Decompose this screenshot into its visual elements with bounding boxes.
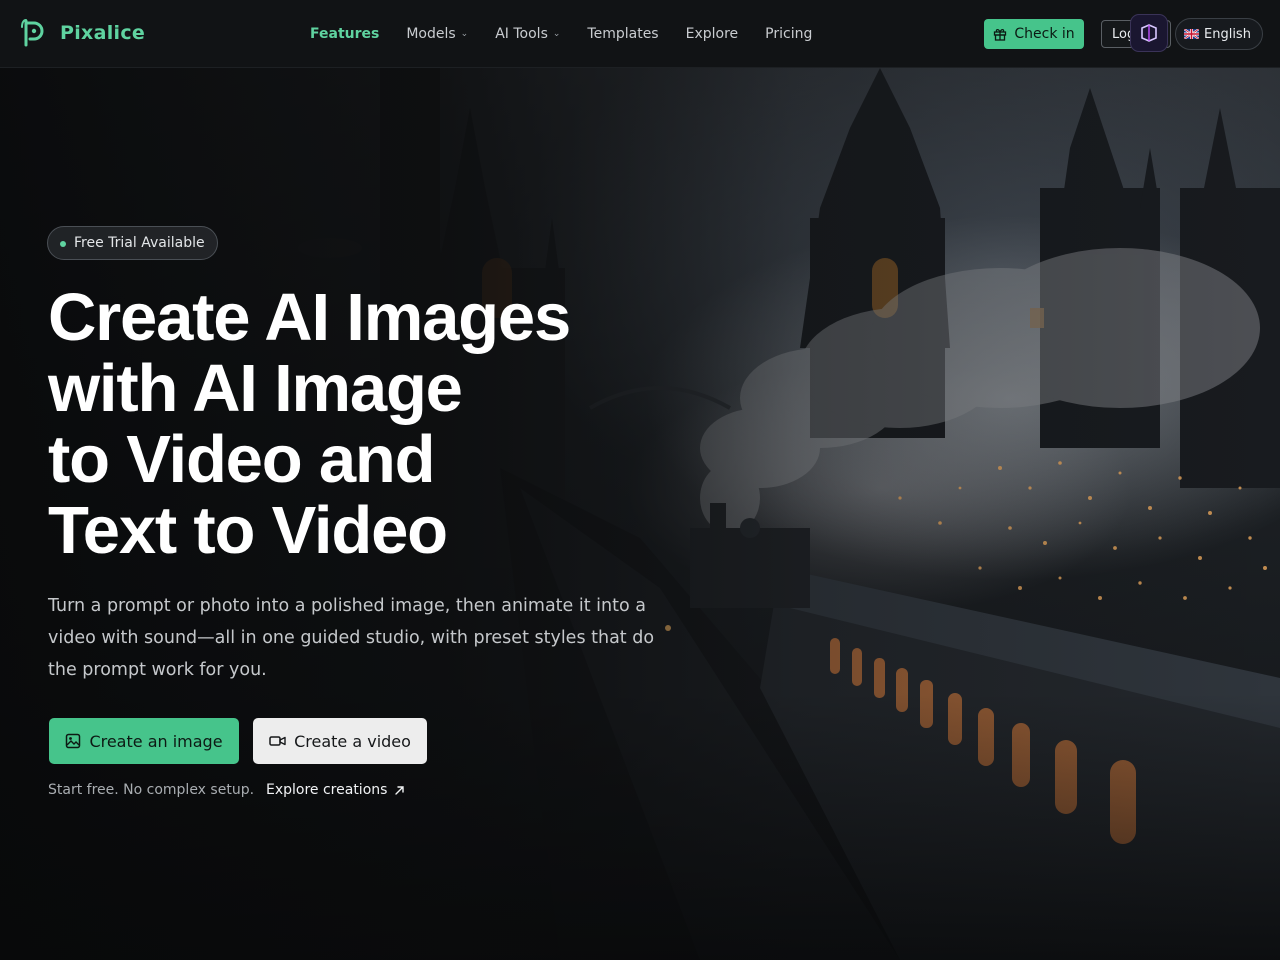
- headline-line: Text to Video: [48, 493, 448, 568]
- nav-item-label: Pricing: [765, 26, 813, 42]
- nav-item-templates[interactable]: Templates: [587, 26, 658, 42]
- top-navigation: Pixalice Features Models ⌄ AI Tools ⌄ Te…: [0, 0, 1280, 68]
- gift-icon: [994, 29, 1007, 41]
- hero-note: Start free. No complex setup.: [48, 782, 255, 798]
- free-trial-badge: Free Trial Available: [47, 226, 218, 260]
- explore-creations-link[interactable]: Explore creations: [266, 782, 405, 798]
- hero-subtext: Turn a prompt or photo into a polished i…: [48, 596, 655, 680]
- status-dot-icon: [60, 241, 66, 247]
- create-video-label: Create a video: [294, 731, 411, 751]
- headline-line: to Video and: [48, 422, 436, 497]
- nav-item-features[interactable]: Features: [310, 26, 379, 42]
- main-menu: Features Models ⌄ AI Tools ⌄ Templates E…: [310, 0, 839, 68]
- brand-name: Pixalice: [60, 22, 146, 44]
- badge-label: Free Trial Available: [74, 235, 205, 251]
- hero-headline: Create AI Images with AI Image to Video …: [48, 282, 688, 566]
- nav-item-models[interactable]: Models ⌄: [406, 26, 468, 42]
- nav-item-explore[interactable]: Explore: [686, 26, 739, 42]
- nav-item-pricing[interactable]: Pricing: [765, 26, 812, 42]
- nav-item-label: AI Tools: [495, 26, 548, 42]
- nav-item-label: Explore: [685, 26, 739, 42]
- arrow-up-right-icon: [395, 785, 405, 795]
- check-in-button[interactable]: Check in: [984, 19, 1084, 49]
- headline-line: with AI Image: [48, 351, 463, 426]
- app-glyph-icon: [1141, 24, 1157, 42]
- nav-item-label: Templates: [587, 26, 659, 42]
- brand-logo[interactable]: Pixalice: [20, 18, 145, 48]
- check-in-label: Check in: [1014, 26, 1075, 42]
- language-label: English: [1204, 26, 1251, 42]
- create-image-button[interactable]: Create an image: [49, 718, 239, 764]
- language-selector[interactable]: English: [1175, 18, 1263, 50]
- image-icon: [66, 733, 81, 749]
- nav-item-label: Models: [406, 26, 456, 42]
- create-video-button[interactable]: Create a video: [253, 718, 427, 764]
- create-image-label: Create an image: [89, 731, 223, 751]
- chevron-down-icon: ⌄: [460, 29, 469, 39]
- nav-item-ai-tools[interactable]: AI Tools ⌄: [495, 26, 560, 42]
- nav-item-label: Features: [310, 26, 380, 42]
- pixalice-logo-icon: [21, 19, 44, 47]
- app-launcher-icon[interactable]: [1130, 14, 1168, 52]
- explore-creations-label: Explore creations: [266, 782, 388, 798]
- uk-flag-icon: [1184, 29, 1199, 39]
- video-camera-icon: [269, 736, 286, 746]
- headline-line: Create AI Images: [48, 280, 571, 355]
- chevron-down-icon: ⌄: [552, 29, 561, 39]
